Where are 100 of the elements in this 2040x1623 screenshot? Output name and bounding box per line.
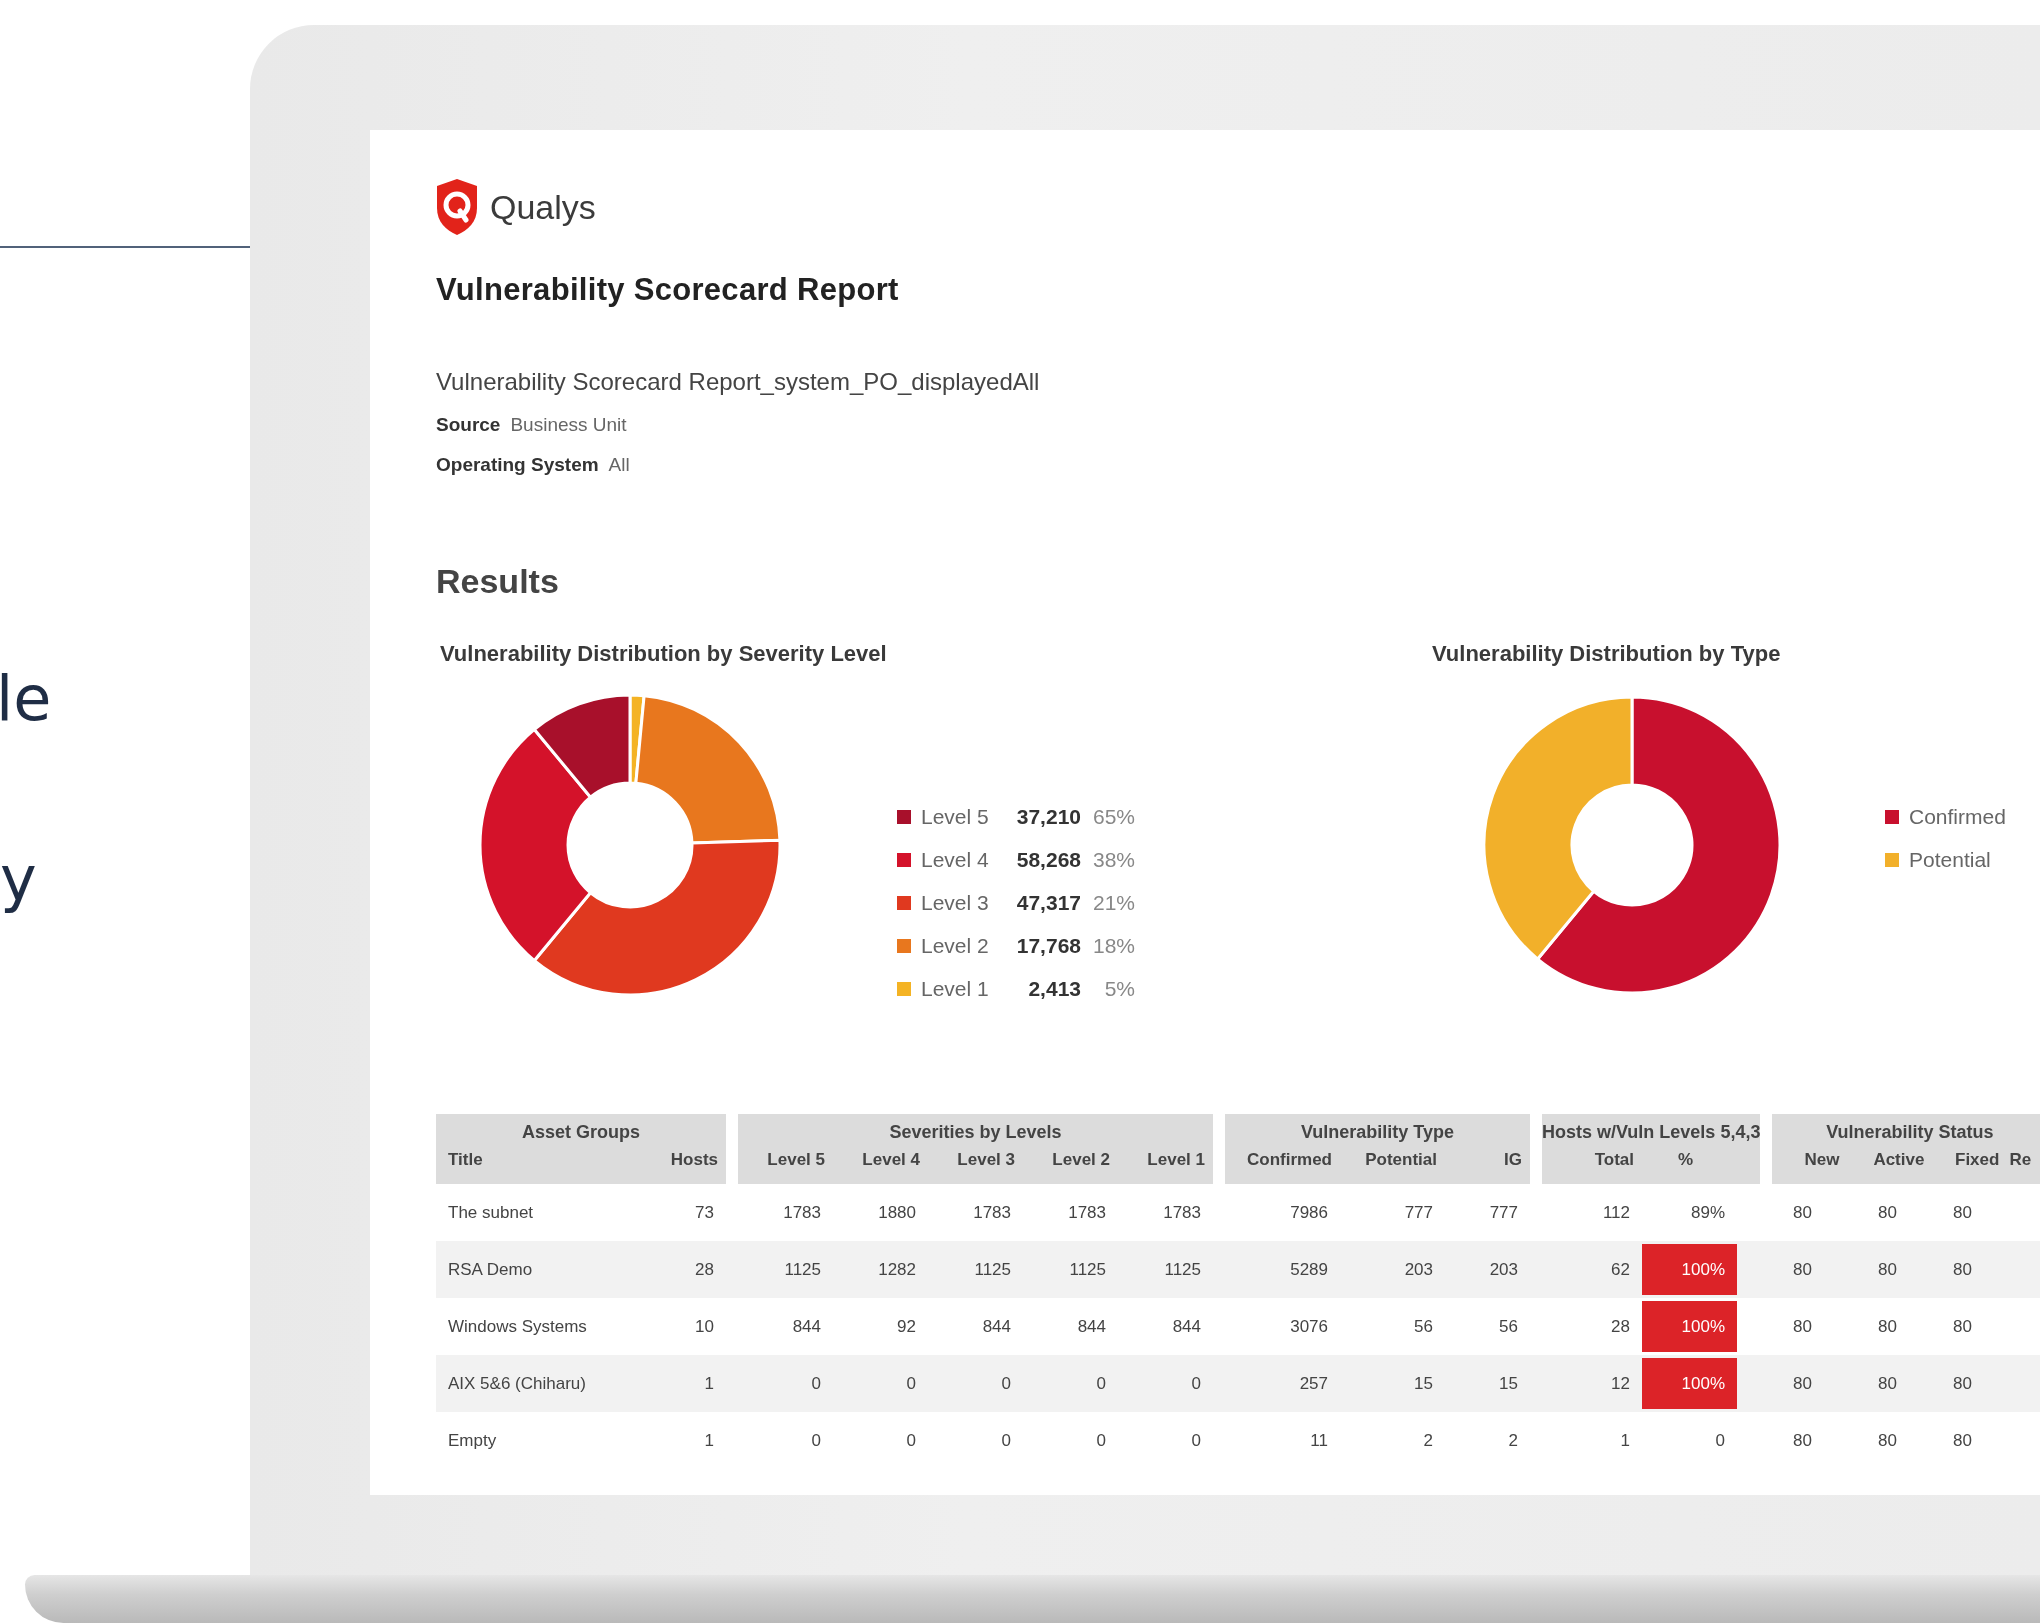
table-cell-text: 80 [1952,1202,1973,1223]
table-cell-text: 15 [1498,1373,1519,1394]
chart-title: Vulnerability Distribution by Type [1432,641,1782,667]
percent-cell-text: 89% [1689,1202,1726,1224]
table-cell-text: The subnet [447,1202,535,1223]
group-header: Vulnerability Type [1300,1122,1454,1142]
table-cell-text: 80 [1952,1430,1973,1451]
legend-percent: 65% [1091,804,1135,829]
table-cell-text: AIX 5&6 (Chiharu) [447,1373,587,1394]
legend-count: 58,268 [1015,847,1081,872]
table-cell-text: 844 [791,1316,822,1337]
legend-label: Level 4 [921,847,990,872]
table-cell-text: 0 [905,1373,917,1394]
table-cell-text: 7986 [1289,1202,1329,1223]
table-cell-text: 2 [1422,1430,1434,1451]
table-cell-text: 80 [1877,1430,1898,1451]
report-title: Vulnerability Scorecard Report [436,272,900,308]
table-cell-text: 1783 [972,1202,1012,1223]
section-title: Results [436,562,560,601]
legend-count: 47,317 [1015,890,1081,915]
table-cell-text: 56 [1413,1316,1434,1337]
column-header: Potential [1364,1149,1438,1171]
table-cell-text: 0 [1095,1430,1107,1451]
table-cell-text: RSA Demo [447,1259,534,1280]
table-cell-text: 1 [703,1430,715,1451]
table-cell-text: 777 [1403,1202,1434,1223]
column-header: Confirmed [1246,1149,1333,1171]
table-cell-text: 80 [1792,1259,1813,1280]
table-cell-text: 80 [1952,1259,1973,1280]
meta-label: Source [436,414,501,436]
logo-icon [436,178,478,236]
table-cell-text: 11 [1309,1430,1329,1451]
legend-label: Potential [1909,847,1991,872]
column-header: IG [1503,1149,1523,1171]
table-cell-text: 80 [1877,1316,1898,1337]
table-cell-text: 1282 [877,1259,917,1280]
column-header: % [1676,1149,1695,1171]
legend-count: 2,413 [1027,976,1081,1001]
legend-label: Level 5 [921,804,990,829]
table-cell-text: 10 [694,1316,715,1337]
column-header: Active [1872,1149,1926,1171]
table-cell-text: 80 [1877,1259,1898,1280]
meta-value: All [608,454,630,476]
table-cell-text: 1783 [782,1202,822,1223]
column-header: Hosts [669,1149,719,1171]
meta-label: Operating System [436,454,599,476]
table-cell-text: 0 [1000,1430,1012,1451]
column-header: New [1803,1149,1841,1171]
table-cell-text: 1 [1619,1430,1631,1451]
table-cell-text: 80 [1877,1373,1898,1394]
table-cell-text: 0 [1190,1430,1202,1451]
report-name: Vulnerability Scorecard Report_system_PO_displayedAll [436,368,1041,396]
column-header: Level 5 [766,1149,826,1171]
heading-fragment: le [0,668,53,730]
table-cell-text: 777 [1488,1202,1519,1223]
column-header: Title [447,1149,484,1171]
legend-percent: 21% [1091,890,1135,915]
percent-cell: 100% [1642,1244,1737,1295]
group-header: Asset Groups [522,1122,640,1142]
table-cell-text: 257 [1298,1373,1329,1394]
table-cell-text: 5289 [1289,1259,1329,1280]
table-cell-text: 844 [1076,1316,1107,1337]
table-cell-text: Empty [447,1430,498,1451]
table-cell-text: 56 [1498,1316,1519,1337]
table-cell-text: 80 [1792,1316,1813,1337]
table-cell-text: 80 [1792,1202,1813,1223]
table-cell-text: 0 [1190,1373,1202,1394]
table-cell-text: 0 [1095,1373,1107,1394]
table-cell-text: 1880 [877,1202,917,1223]
table-cell-text: 80 [1952,1373,1973,1394]
table-cell-text: 1125 [1163,1259,1202,1280]
percent-cell: 100% [1642,1301,1737,1352]
table-cell-text: 12 [1610,1373,1631,1394]
group-header: Vulnerability Status [1826,1122,1994,1142]
legend-percent: 18% [1091,933,1135,958]
table-cell-text: 112 [1601,1202,1631,1223]
table-cell-text: 80 [1952,1316,1973,1337]
table-cell-text: 80 [1792,1430,1813,1451]
table-cell-text: 1783 [1162,1202,1202,1223]
legend-count: 17,768 [1015,933,1081,958]
table-cell-text: 73 [694,1202,715,1223]
legend-label: Confirmed [1909,804,2006,829]
table-cell-text: 203 [1488,1259,1519,1280]
table-cell-text: 3076 [1289,1316,1329,1337]
legend-count: 37,210 [1015,804,1081,829]
meta-value: Business Unit [510,414,627,436]
column-header: Level 3 [956,1149,1016,1171]
legend-label: Level 1 [921,976,990,1001]
table-cell-text: 0 [810,1373,822,1394]
table-cell-text: 844 [1171,1316,1202,1337]
table-cell-text: 2 [1507,1430,1519,1451]
table-cell-text: Windows Systems [447,1316,588,1337]
column-header: Fixed [1954,1149,2001,1171]
table-cell-text: 0 [905,1430,917,1451]
table-cell-text: 203 [1403,1259,1434,1280]
table-cell-text: 0 [1000,1373,1012,1394]
table-cell-text: 1 [703,1373,715,1394]
column-header: Level 4 [861,1149,921,1171]
table-cell-text: 80 [1792,1373,1813,1394]
table-cell-text: 15 [1413,1373,1434,1394]
